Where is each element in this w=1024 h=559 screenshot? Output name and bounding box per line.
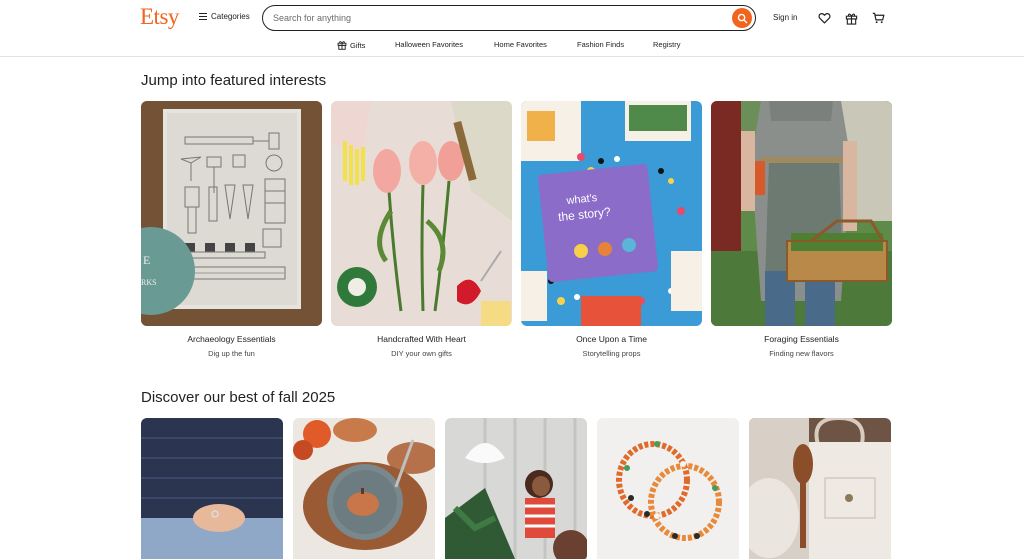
categories-label: Categories [211, 12, 250, 21]
card-subtitle: Storytelling props [582, 349, 641, 358]
category-nav: Gifts Halloween Favorites Home Favorites… [0, 36, 1024, 57]
fall-card-bracelets[interactable] [597, 418, 739, 559]
svg-text:RKS: RKS [141, 278, 157, 287]
site-header: Etsy Categories Sign in [0, 0, 1024, 36]
search-bar [262, 5, 756, 31]
fall-card-apron[interactable] [749, 418, 891, 559]
card-image [597, 418, 739, 559]
nav-item-label: Fashion Finds [577, 40, 625, 49]
etsy-logo[interactable]: Etsy [140, 4, 179, 30]
search-input[interactable] [273, 9, 723, 27]
signin-link[interactable]: Sign in [773, 13, 797, 22]
nav-item-label: Home Favorites [494, 40, 547, 49]
nav-item-label: Gifts [350, 40, 366, 50]
featured-card-archaeology[interactable]: E RKS Archaeology Essentials Dig up the … [141, 101, 322, 358]
nav-item-fashion[interactable]: Fashion Finds [577, 40, 624, 49]
card-image [711, 101, 892, 326]
card-title: Archaeology Essentials [187, 334, 276, 344]
card-subtitle: Finding new flavors [769, 349, 834, 358]
gift-icon [845, 13, 857, 25]
card-title: Handcrafted With Heart [377, 334, 466, 344]
card-image [141, 418, 283, 559]
menu-icon [199, 13, 207, 20]
card-image: E RKS [141, 101, 322, 326]
card-title: Foraging Essentials [764, 334, 839, 344]
nav-item-gifts[interactable]: Gifts [337, 40, 365, 50]
fall-card-pumpkin-plate[interactable] [293, 418, 435, 559]
heart-icon [817, 13, 831, 24]
gift-button[interactable] [843, 10, 859, 26]
card-image [749, 418, 891, 559]
card-subtitle: Dig up the fun [208, 349, 255, 358]
categories-button[interactable]: Categories [199, 12, 250, 21]
gift-icon [337, 41, 347, 50]
nav-item-registry[interactable]: Registry [653, 40, 681, 49]
card-subtitle: DIY your own gifts [391, 349, 452, 358]
fall-card-knit-top[interactable] [141, 418, 283, 559]
nav-item-label: Halloween Favorites [395, 40, 463, 49]
fall-section-title: Discover our best of fall 2025 [141, 389, 336, 406]
search-icon [737, 13, 747, 23]
card-image: what's the story? [521, 101, 702, 326]
search-button[interactable] [732, 8, 752, 28]
favorites-button[interactable] [816, 10, 832, 26]
nav-item-halloween[interactable]: Halloween Favorites [395, 40, 463, 49]
nav-item-home[interactable]: Home Favorites [494, 40, 547, 49]
featured-card-foraging[interactable]: Foraging Essentials Finding new flavors [711, 101, 892, 358]
card-image [445, 418, 587, 559]
featured-card-storytelling[interactable]: what's the story? Once Upon a Time Story… [521, 101, 702, 358]
fall-card-ornaments[interactable] [445, 418, 587, 559]
svg-text:E: E [143, 253, 150, 267]
card-image [293, 418, 435, 559]
featured-card-handcrafted[interactable]: Handcrafted With Heart DIY your own gift… [331, 101, 512, 358]
card-image [331, 101, 512, 326]
nav-item-label: Registry [653, 40, 681, 49]
cart-icon [872, 12, 884, 24]
card-title: Once Upon a Time [576, 334, 647, 344]
cart-button[interactable] [870, 10, 886, 26]
featured-section-title: Jump into featured interests [141, 72, 327, 89]
